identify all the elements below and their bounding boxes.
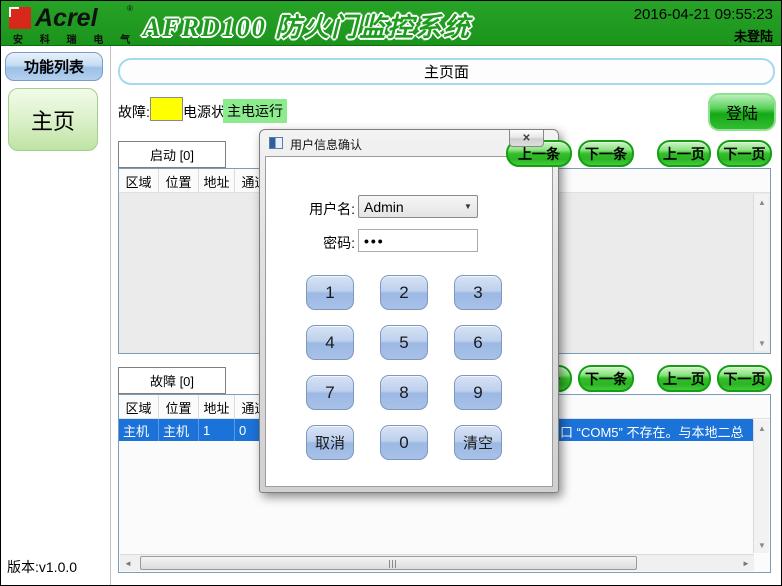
fault-table-hscrollbar[interactable]: ◄ ► bbox=[120, 554, 754, 571]
start-table-vscrollbar[interactable]: ▲ ▼ bbox=[753, 194, 769, 351]
scroll-left-icon[interactable]: ◄ bbox=[120, 555, 136, 571]
acrel-logo-icon bbox=[9, 7, 31, 29]
hscroll-thumb[interactable] bbox=[140, 556, 637, 570]
dialog-title: 用户信息确认 bbox=[290, 136, 362, 153]
start-next-item-button[interactable]: 下一条 bbox=[578, 140, 634, 167]
scroll-down-icon[interactable]: ▼ bbox=[754, 335, 770, 351]
column-header-address: 地址 bbox=[199, 395, 235, 419]
column-header-position: 位置 bbox=[159, 395, 199, 419]
keypad-7-button[interactable]: 7 bbox=[306, 375, 354, 410]
fault-next-page-button[interactable]: 下一页 bbox=[717, 365, 772, 392]
keypad-clear-button[interactable]: 清空 bbox=[454, 425, 502, 460]
tab-start[interactable]: 启动 [0] bbox=[118, 141, 226, 168]
power-status-value: 主电运行 bbox=[223, 99, 287, 123]
cell-position: 主机 bbox=[159, 419, 199, 441]
keypad-5-button[interactable]: 5 bbox=[380, 325, 428, 360]
acrel-logo: Acrel ® 安 科 瑞 电 气 bbox=[9, 4, 139, 44]
keypad-3-button[interactable]: 3 bbox=[454, 275, 502, 310]
scroll-up-icon[interactable]: ▲ bbox=[754, 194, 770, 210]
chevron-down-icon: ▼ bbox=[459, 202, 477, 211]
hscroll-grip-icon bbox=[389, 560, 397, 568]
header-bar: Acrel ® 安 科 瑞 电 气 AFRD100 防火门监控系统 2016-0… bbox=[1, 1, 782, 46]
function-list-button[interactable]: 功能列表 bbox=[5, 52, 103, 81]
scroll-down-icon[interactable]: ▼ bbox=[754, 537, 770, 553]
tab-fault[interactable]: 故障 [0] bbox=[118, 367, 226, 394]
version-label: 版本:v1.0.0 bbox=[7, 557, 77, 577]
fault-next-item-button[interactable]: 下一条 bbox=[578, 365, 634, 392]
app-title: AFRD100 防火门监控系统 bbox=[143, 7, 471, 44]
column-header-area: 区域 bbox=[119, 169, 159, 193]
app-window: Acrel ® 安 科 瑞 电 气 AFRD100 防火门监控系统 2016-0… bbox=[0, 0, 782, 586]
username-value: Admin bbox=[359, 199, 459, 215]
datetime-label: 2016-04-21 09:55:23 bbox=[634, 6, 773, 23]
dialog-close-button[interactable]: ✕ bbox=[509, 130, 544, 147]
keypad-1-button[interactable]: 1 bbox=[306, 275, 354, 310]
password-label: 密码: bbox=[291, 233, 355, 253]
cell-address: 1 bbox=[199, 419, 235, 441]
cell-fault-message: 口 “COM5” 不存在。与本地二总 bbox=[560, 422, 743, 441]
scroll-up-icon[interactable]: ▲ bbox=[754, 420, 770, 436]
page-title-bar: 主页面 bbox=[118, 58, 775, 85]
username-select[interactable]: Admin ▼ bbox=[358, 195, 478, 218]
brand-name: Acrel bbox=[35, 4, 98, 33]
keypad-0-button[interactable]: 0 bbox=[380, 425, 428, 460]
keypad-cancel-button[interactable]: 取消 bbox=[306, 425, 354, 460]
start-prev-page-button[interactable]: 上一页 bbox=[657, 140, 711, 167]
start-next-page-button[interactable]: 下一页 bbox=[717, 140, 772, 167]
keypad-2-button[interactable]: 2 bbox=[380, 275, 428, 310]
login-status-label: 未登陆 bbox=[734, 26, 773, 45]
fault-prev-page-button[interactable]: 上一页 bbox=[657, 365, 711, 392]
keypad-6-button[interactable]: 6 bbox=[454, 325, 502, 360]
user-confirm-dialog: 用户信息确认 用户名: Admin ▼ 密码: ••• 1 2 3 4 5 6 … bbox=[259, 129, 559, 493]
dialog-body: 用户名: Admin ▼ 密码: ••• 1 2 3 4 5 6 7 8 9 取… bbox=[265, 156, 553, 487]
brand-registered-mark: ® bbox=[127, 4, 133, 13]
scroll-right-icon[interactable]: ► bbox=[738, 555, 754, 571]
brand-subtitle: 安 科 瑞 电 气 bbox=[13, 31, 137, 46]
fault-label: 故障: bbox=[118, 102, 150, 122]
keypad-8-button[interactable]: 8 bbox=[380, 375, 428, 410]
username-label: 用户名: bbox=[291, 199, 355, 219]
dialog-window-icon bbox=[269, 137, 283, 149]
numeric-keypad: 1 2 3 4 5 6 7 8 9 取消 0 清空 bbox=[306, 275, 502, 460]
home-button[interactable]: 主页 bbox=[8, 88, 98, 151]
sidebar-divider bbox=[110, 46, 111, 586]
close-icon: ✕ bbox=[522, 133, 530, 144]
fault-table-vscrollbar[interactable]: ▲ ▼ bbox=[753, 420, 769, 553]
page-title: 主页面 bbox=[424, 61, 469, 82]
fault-indicator bbox=[150, 97, 183, 121]
keypad-4-button[interactable]: 4 bbox=[306, 325, 354, 360]
cell-area: 主机 bbox=[119, 419, 159, 441]
password-input[interactable]: ••• bbox=[358, 229, 478, 252]
column-header-address: 地址 bbox=[199, 169, 235, 193]
column-header-area: 区域 bbox=[119, 395, 159, 419]
column-header-position: 位置 bbox=[159, 169, 199, 193]
login-button[interactable]: 登陆 bbox=[708, 93, 776, 131]
keypad-9-button[interactable]: 9 bbox=[454, 375, 502, 410]
